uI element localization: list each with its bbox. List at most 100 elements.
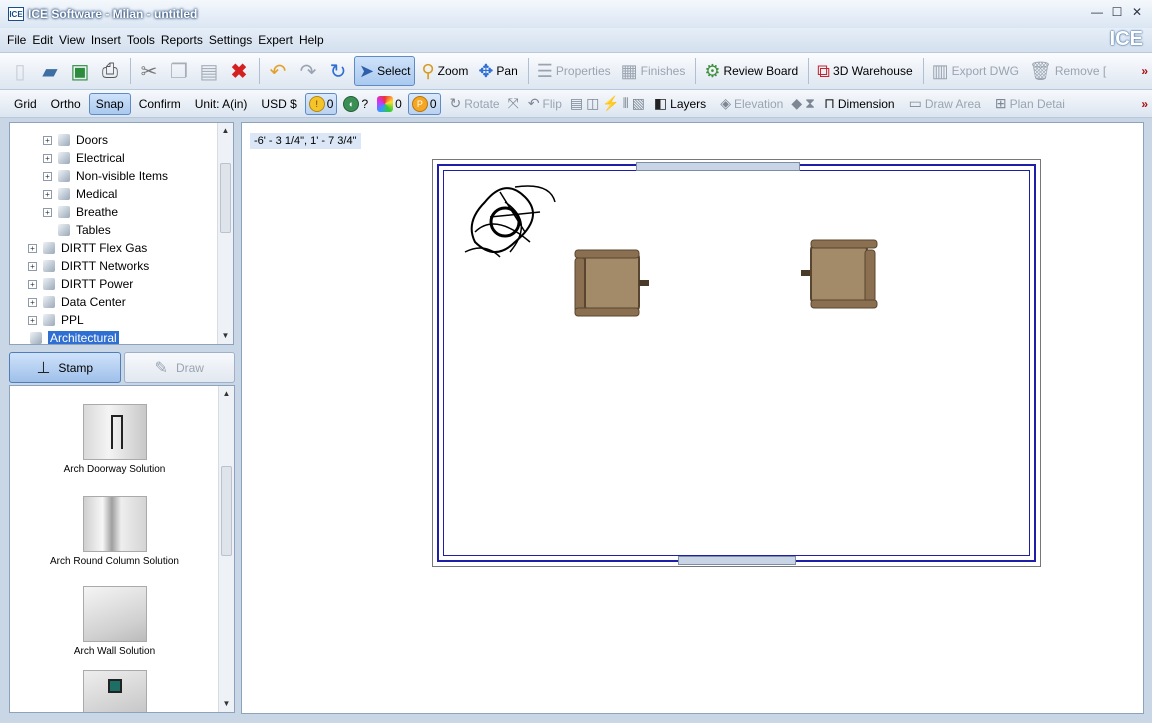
refresh-icon[interactable]: ↻ — [324, 57, 352, 85]
room-floorplan[interactable] — [432, 159, 1041, 567]
tree-item-non-visible-items[interactable]: + Non-visible Items — [10, 167, 219, 185]
toolbar2-overflow-chevron-icon[interactable]: » — [1141, 97, 1148, 111]
scroll-up-icon[interactable]: ▲ — [218, 123, 233, 139]
expand-icon[interactable]: + — [43, 171, 52, 181]
confirm-toggle[interactable]: Confirm — [133, 93, 187, 115]
tree-item-dirtt-flex-gas[interactable]: + DIRTT Flex Gas — [10, 239, 219, 257]
chair-right[interactable] — [801, 238, 881, 312]
move-icon[interactable]: ⤧ — [508, 95, 519, 112]
scroll-down-icon[interactable]: ▼ — [218, 328, 233, 344]
library-item[interactable]: Arch Doorway Solution — [10, 404, 219, 475]
expand-icon[interactable]: + — [43, 135, 52, 145]
snap-toggle[interactable]: Snap — [88, 92, 131, 115]
3d-warehouse-button[interactable]: ⧉ 3D Warehouse — [813, 56, 916, 86]
pan-button[interactable]: ✥ Pan — [474, 56, 521, 86]
toolbar-overflow-chevron-icon[interactable]: » — [1141, 64, 1148, 78]
tree-item-medical[interactable]: + Medical — [10, 185, 219, 203]
dimension-button[interactable]: ⊓ Dimension — [818, 93, 901, 115]
tree-item-doors[interactable]: + Doors — [10, 131, 219, 149]
properties-button[interactable]: ☰ Properties — [533, 56, 615, 86]
tree-item-architectural[interactable]: Architectural — [10, 329, 219, 344]
expand-icon[interactable]: + — [28, 279, 37, 289]
delete-icon[interactable]: ✖ — [225, 57, 253, 85]
expand-icon[interactable]: + — [28, 315, 37, 325]
scroll-up-icon[interactable]: ▲ — [219, 386, 234, 402]
draw-area-button[interactable]: ▭ Draw Area — [903, 93, 987, 115]
scroll-thumb[interactable] — [220, 163, 231, 233]
library-scrollbar[interactable]: ▲ ▼ — [218, 386, 234, 712]
redo-icon[interactable]: ↷ — [294, 57, 322, 85]
tree-item-electrical[interactable]: + Electrical — [10, 149, 219, 167]
elevation-button[interactable]: ◈ Elevation — [714, 93, 789, 115]
tree-item-ppl[interactable]: + PPL — [10, 311, 219, 329]
chair-left[interactable] — [573, 244, 653, 322]
menu-expert[interactable]: Expert — [255, 33, 296, 47]
library-item[interactable] — [10, 670, 219, 712]
library-item[interactable]: Arch Wall Solution — [10, 586, 219, 657]
review-board-button[interactable]: ⚙ Review Board — [700, 56, 802, 86]
select-button[interactable]: ➤ Select — [354, 56, 416, 86]
copy-icon[interactable]: ❐ — [165, 57, 193, 85]
align-vertical-icon[interactable]: ◫ — [586, 95, 599, 112]
menu-view[interactable]: View — [56, 33, 88, 47]
undo-icon[interactable]: ↶ — [264, 57, 292, 85]
distribute-icon[interactable]: ⫴ — [623, 95, 629, 112]
grid-toggle[interactable]: Grid — [8, 93, 43, 115]
stamp-button[interactable]: ⊥ Stamp — [9, 352, 121, 383]
menu-file[interactable]: File — [4, 33, 29, 47]
expand-icon[interactable]: + — [28, 297, 37, 307]
close-button[interactable]: ✕ — [1130, 5, 1144, 19]
globe-badge[interactable]: ◐ ? — [340, 93, 371, 115]
tree-scrollbar[interactable]: ▲ ▼ — [217, 123, 233, 344]
layers-button[interactable]: ◧ Layers — [648, 93, 712, 115]
finishes-button[interactable]: ▦ Finishes — [617, 56, 690, 86]
align-horizontal-icon[interactable]: ▤ — [570, 95, 583, 112]
remove-button[interactable]: 🗑 Remove [ — [1025, 56, 1110, 86]
maximize-button[interactable]: ☐ — [1110, 5, 1124, 19]
design-canvas[interactable]: -6' - 3 1/4", 1' - 7 3/4" — [241, 122, 1144, 714]
tree-item-dirtt-power[interactable]: + DIRTT Power — [10, 275, 219, 293]
menu-edit[interactable]: Edit — [29, 33, 56, 47]
menu-tools[interactable]: Tools — [124, 33, 158, 47]
tree-item-data-center[interactable]: + Data Center — [10, 293, 219, 311]
lightning-icon[interactable]: ⚡ — [602, 95, 619, 112]
rotate-button[interactable]: ↻ Rotate — [444, 93, 506, 115]
paste-icon[interactable]: ▤ — [195, 57, 223, 85]
menu-settings[interactable]: Settings — [206, 33, 255, 47]
currency-selector[interactable]: USD $ — [255, 93, 302, 115]
diamond-icon[interactable]: ◆ — [791, 95, 802, 112]
price-badge[interactable]: P 0 — [407, 92, 441, 115]
flip-button[interactable]: ↶ Flip — [522, 93, 568, 115]
warning-badge[interactable]: ! 0 — [304, 92, 338, 115]
plan-detail-button[interactable]: ⊞ Plan Detai — [989, 93, 1071, 115]
expand-icon[interactable]: + — [28, 243, 37, 253]
hourglass-icon[interactable]: ⧗ — [805, 95, 815, 112]
menu-insert[interactable]: Insert — [88, 33, 124, 47]
stack-icon[interactable]: ▧ — [632, 95, 645, 112]
ortho-toggle[interactable]: Ortho — [45, 93, 87, 115]
scroll-down-icon[interactable]: ▼ — [219, 696, 234, 712]
save-icon[interactable]: ▣ — [66, 57, 94, 85]
color-wheel-badge[interactable]: 0 — [374, 93, 405, 115]
unit-selector[interactable]: Unit: A(in) — [189, 93, 254, 115]
tree-item-tables[interactable]: Tables — [10, 221, 219, 239]
expand-icon[interactable]: + — [43, 189, 52, 199]
library-item[interactable]: Arch Round Column Solution — [10, 496, 219, 567]
zoom-button[interactable]: ⚲ Zoom — [417, 56, 472, 86]
export-dwg-button[interactable]: ▥ Export DWG — [928, 56, 1023, 86]
expand-icon[interactable]: + — [28, 261, 37, 271]
tree-item-breathe[interactable]: + Breathe — [10, 203, 219, 221]
bottom-wall-opening[interactable] — [678, 556, 796, 565]
expand-icon[interactable]: + — [43, 153, 52, 163]
draw-button[interactable]: ✎ Draw — [123, 352, 235, 383]
sketch-scribble[interactable] — [455, 172, 565, 284]
print-icon[interactable]: ⎙ — [96, 57, 124, 85]
expand-icon[interactable]: + — [43, 207, 52, 217]
scroll-thumb[interactable] — [221, 466, 232, 556]
open-folder-icon[interactable]: ▰ — [36, 57, 64, 85]
menu-help[interactable]: Help — [296, 33, 327, 47]
top-wall-opening[interactable] — [636, 162, 800, 171]
minimize-button[interactable]: — — [1090, 5, 1104, 19]
tree-item-dirtt-networks[interactable]: + DIRTT Networks — [10, 257, 219, 275]
cut-icon[interactable]: ✂ — [135, 57, 163, 85]
